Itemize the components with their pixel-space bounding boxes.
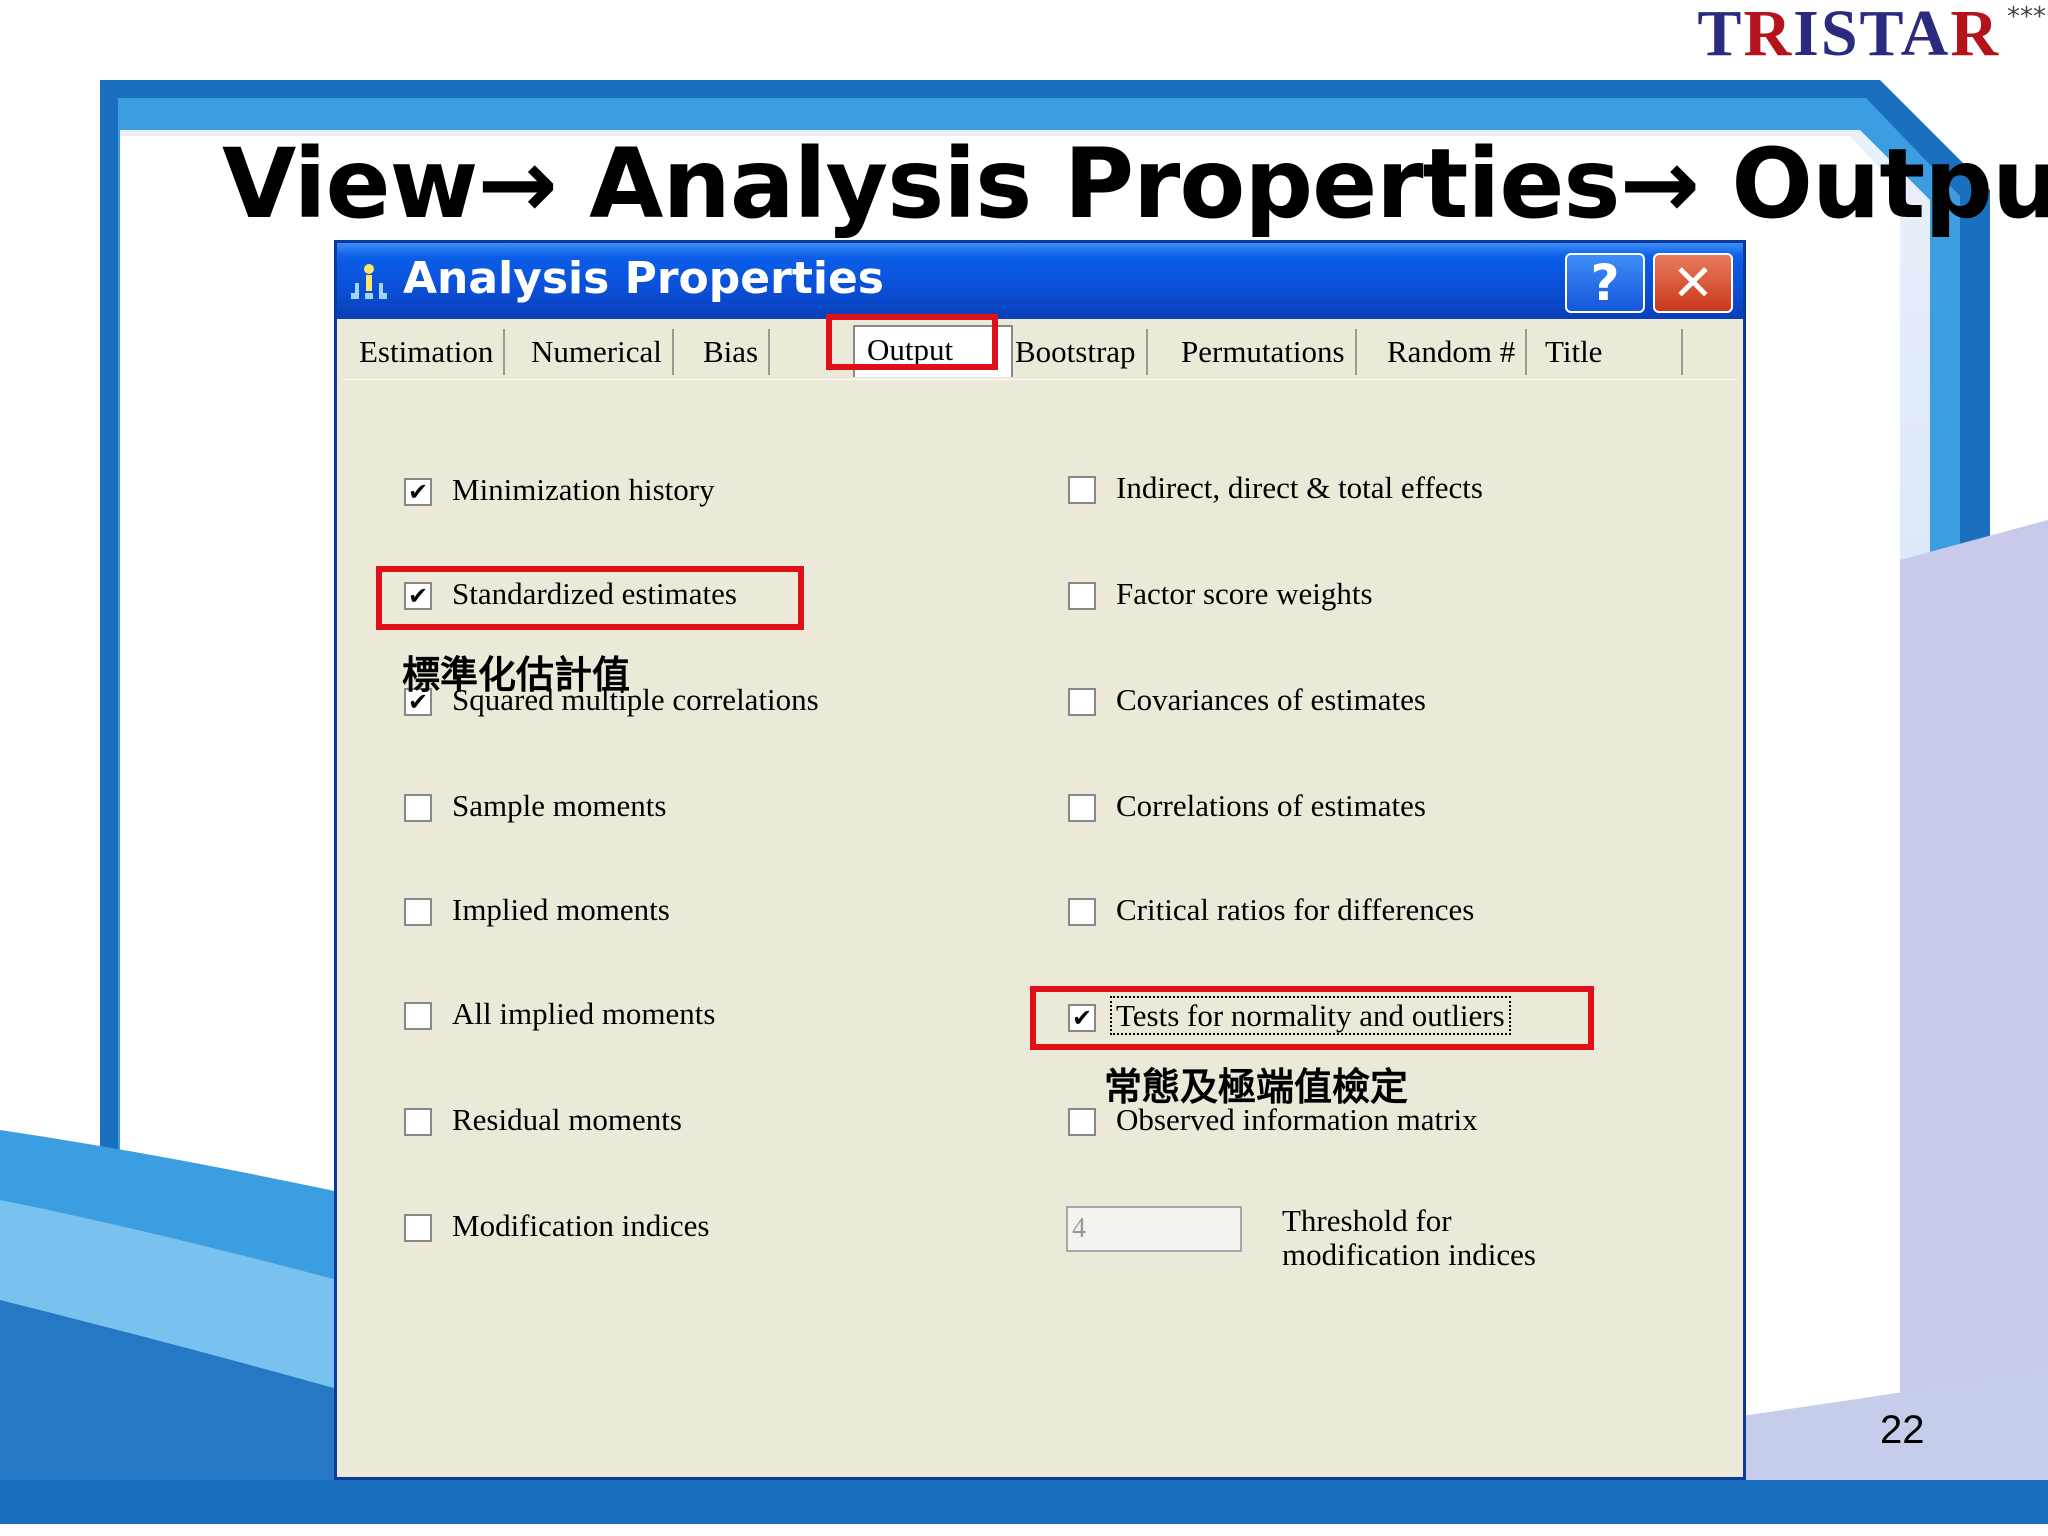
threshold-input[interactable] <box>1066 1206 1242 1252</box>
highlight-standardized-estimates <box>376 566 804 630</box>
tab-bias[interactable]: Bias <box>693 329 771 375</box>
tab-bootstrap[interactable]: Bootstrap <box>1005 329 1148 375</box>
checkbox[interactable] <box>404 898 432 926</box>
checkbox[interactable] <box>404 794 432 822</box>
threshold-label: Threshold for modification indices <box>1282 1204 1602 1272</box>
option-label: Minimization history <box>452 472 715 507</box>
annotation-normality-cn: 常態及極端值檢定 <box>1104 1065 1409 1109</box>
highlight-tests-for-normality <box>1030 986 1594 1050</box>
amos-app-icon <box>351 264 387 299</box>
tab-title[interactable]: Title <box>1535 329 1683 375</box>
checkbox[interactable] <box>404 1108 432 1136</box>
option-label: Covariances of estimates <box>1116 682 1426 717</box>
dialog-titlebar[interactable]: Analysis Properties ? ✕ <box>337 243 1743 319</box>
tab-numerical[interactable]: Numerical <box>521 329 674 375</box>
option-label: Sample moments <box>452 788 667 823</box>
logo-stars: *** <box>2007 2 2046 32</box>
checkbox[interactable]: ✔ <box>404 478 432 506</box>
option-label: Implied moments <box>452 892 670 927</box>
option-label: Factor score weights <box>1116 576 1373 611</box>
tristar-logo: TRISTAR <box>1697 0 2000 72</box>
option-label: Correlations of estimates <box>1116 788 1426 823</box>
checkbox[interactable] <box>1068 794 1096 822</box>
threshold-label-line1: Threshold for <box>1282 1203 1452 1238</box>
tab-estimation[interactable]: Estimation <box>349 329 506 375</box>
tab-permutations[interactable]: Permutations <box>1171 329 1357 375</box>
checkbox[interactable] <box>1068 898 1096 926</box>
option-label: Indirect, direct & total effects <box>1116 470 1483 505</box>
checkbox[interactable] <box>1068 582 1096 610</box>
threshold-label-line2: modification indices <box>1282 1237 1536 1272</box>
slide-title: View→ Analysis Properties→ Output <box>222 128 2048 240</box>
checkbox[interactable] <box>404 1214 432 1242</box>
option-label: Residual moments <box>452 1102 682 1137</box>
option-label: Modification indices <box>452 1208 710 1243</box>
option-label: Critical ratios for differences <box>1116 892 1475 927</box>
analysis-properties-dialog: Analysis Properties ? ✕ Estimation Numer… <box>334 240 1746 1480</box>
checkbox[interactable] <box>1068 476 1096 504</box>
option-label: All implied moments <box>452 996 716 1031</box>
close-button[interactable]: ✕ <box>1653 253 1733 313</box>
annotation-standardized-cn: 標準化估計值 <box>402 653 631 697</box>
checkbox[interactable] <box>404 1002 432 1030</box>
checkbox[interactable] <box>1068 1108 1096 1136</box>
dialog-title: Analysis Properties <box>403 253 884 304</box>
highlight-output-tab <box>826 314 998 370</box>
tab-random[interactable]: Random # <box>1377 329 1528 375</box>
tab-strip: Estimation Numerical Bias Output Bootstr… <box>349 325 1739 377</box>
checkbox[interactable] <box>1068 688 1096 716</box>
help-button[interactable]: ? <box>1565 253 1645 313</box>
page-number: 22 <box>1880 1408 1925 1452</box>
logo-text: TRISTAR <box>1697 0 2000 70</box>
